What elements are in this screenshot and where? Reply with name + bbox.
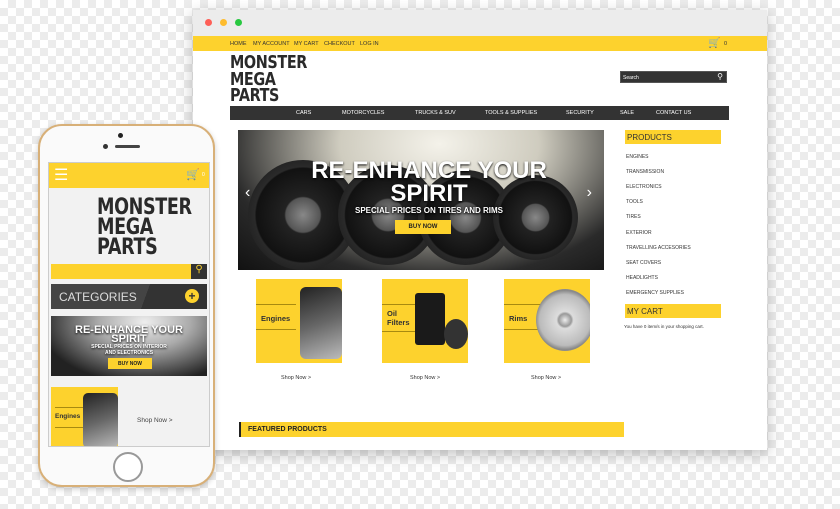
title-bar: [193, 10, 767, 36]
sidebar-item[interactable]: SEAT COVERS: [626, 260, 661, 266]
mobile-header: ☰ 🛒 0: [49, 163, 209, 188]
tile-label: Oil Filters: [387, 309, 410, 327]
sidebar-item[interactable]: ENGINES: [626, 154, 649, 160]
sidebar-item[interactable]: TOOLS: [626, 199, 643, 205]
nav-cars[interactable]: CARS: [296, 110, 311, 116]
mobile-tile-engines[interactable]: Engines: [51, 387, 118, 446]
nav-motorcycles[interactable]: MOTORCYCLES: [342, 110, 384, 116]
link-my-cart[interactable]: MY CART: [294, 41, 319, 47]
sidebar-item[interactable]: TRAVELLING ACCESORIES: [626, 245, 691, 251]
buy-now-button[interactable]: BUY NOW: [108, 358, 152, 369]
plus-icon[interactable]: +: [185, 289, 199, 303]
tile-label: Engines: [55, 413, 81, 420]
phone-speaker: [115, 145, 140, 148]
tile-rims[interactable]: Rims: [504, 279, 590, 363]
hero-title: SPIRIT: [390, 180, 468, 207]
main-nav: CARS MOTORCYCLES TRUCKS & SUV TOOLS & SU…: [230, 106, 729, 120]
divider: [256, 304, 296, 305]
cart-icon[interactable]: 🛒: [708, 38, 720, 49]
browser-window: HOME MY ACCOUNT MY CART CHECKOUT LOG IN …: [193, 10, 767, 450]
sidebar-item[interactable]: TIRES: [626, 214, 641, 220]
mobile-hero-banner: RE-ENHANCE YOUR SPIRIT SPECIAL PRICES ON…: [51, 316, 207, 376]
sidebar-item[interactable]: TRANSMISSION: [626, 169, 664, 175]
tile-engines[interactable]: Engines: [256, 279, 342, 363]
mobile-search-input[interactable]: [51, 264, 191, 279]
search-icon[interactable]: ⚲: [191, 264, 207, 279]
minimize-button[interactable]: [220, 19, 227, 26]
nav-sale[interactable]: SALE: [620, 110, 634, 116]
oil-filter-image: [444, 319, 468, 349]
logo-line: PARTS: [230, 85, 280, 107]
divider: [256, 329, 296, 330]
hero-subtitle: AND ELECTRONICS: [104, 350, 154, 356]
oil-filter-image: [415, 293, 445, 345]
my-cart-heading: MY CART: [625, 304, 721, 318]
search-input[interactable]: Search ⚲: [620, 71, 727, 83]
search-placeholder: Search: [623, 75, 639, 81]
engine-image: [300, 287, 342, 359]
mobile-logo[interactable]: MONSTER MEGA PARTS: [97, 196, 192, 261]
link-log-in[interactable]: LOG IN: [360, 41, 379, 47]
home-button[interactable]: [113, 452, 143, 482]
nav-tools-supplies[interactable]: TOOLS & SUPPLIES: [485, 110, 537, 116]
sidebar-item[interactable]: EMERGENCY SUPPLIES: [626, 290, 684, 296]
tile-label: Engines: [261, 314, 291, 323]
search-icon[interactable]: ⚲: [717, 72, 723, 81]
cart-count: 0: [202, 172, 205, 178]
featured-products-heading: FEATURED PRODUCTS: [239, 422, 624, 437]
logo-line: PARTS: [97, 235, 158, 261]
tile-label: Rims: [509, 314, 528, 323]
engine-image: [83, 393, 118, 446]
sidebar-item[interactable]: HEADLIGHTS: [626, 275, 658, 281]
close-button[interactable]: [205, 19, 212, 26]
shop-now-link[interactable]: Shop Now >: [281, 375, 311, 381]
top-bar: HOME MY ACCOUNT MY CART CHECKOUT LOG IN …: [193, 36, 767, 51]
nav-trucks-suv[interactable]: TRUCKS & SUV: [415, 110, 456, 116]
buy-now-button[interactable]: BUY NOW: [395, 220, 451, 234]
cart-count: 0: [724, 41, 728, 47]
phone-sensor: [118, 133, 123, 138]
cart-text: You have 0 item/s in your shopping cart.: [624, 324, 704, 329]
hero-banner: ‹ › RE-ENHANCE YOUR SPIRIT SPECIAL PRICE…: [238, 130, 604, 270]
products-heading: PRODUCTS: [625, 130, 721, 144]
divider: [504, 304, 544, 305]
nav-contact-us[interactable]: CONTACT US: [656, 110, 691, 116]
link-checkout[interactable]: CHECKOUT: [324, 41, 355, 47]
cart-icon[interactable]: 🛒: [186, 168, 200, 181]
sidebar-item[interactable]: EXTERIOR: [626, 230, 652, 236]
nav-security[interactable]: SECURITY: [566, 110, 594, 116]
hamburger-menu-icon[interactable]: ☰: [54, 165, 68, 185]
mobile-screen: ☰ 🛒 0 MONSTER MEGA PARTS ⚲ CATEGORIES + …: [48, 162, 210, 447]
categories-button[interactable]: CATEGORIES +: [51, 284, 207, 309]
phone-camera: [103, 144, 108, 149]
hero-subtitle: SPECIAL PRICES ON TIRES AND RIMS: [354, 206, 504, 215]
categories-label: CATEGORIES: [59, 290, 137, 304]
link-home[interactable]: HOME: [230, 41, 247, 47]
sidebar-item[interactable]: ELECTRONICS: [626, 184, 662, 190]
link-my-account[interactable]: MY ACCOUNT: [253, 41, 290, 47]
phone-mockup: ☰ 🛒 0 MONSTER MEGA PARTS ⚲ CATEGORIES + …: [38, 124, 215, 487]
tile-oil-filters[interactable]: Oil Filters: [382, 279, 468, 363]
logo[interactable]: MONSTER MEGA PARTS: [230, 54, 307, 107]
shop-now-link[interactable]: Shop Now >: [410, 375, 440, 381]
shop-now-link[interactable]: Shop Now >: [137, 417, 173, 424]
shop-now-link[interactable]: Shop Now >: [531, 375, 561, 381]
maximize-button[interactable]: [235, 19, 242, 26]
rim-image: [536, 289, 590, 351]
